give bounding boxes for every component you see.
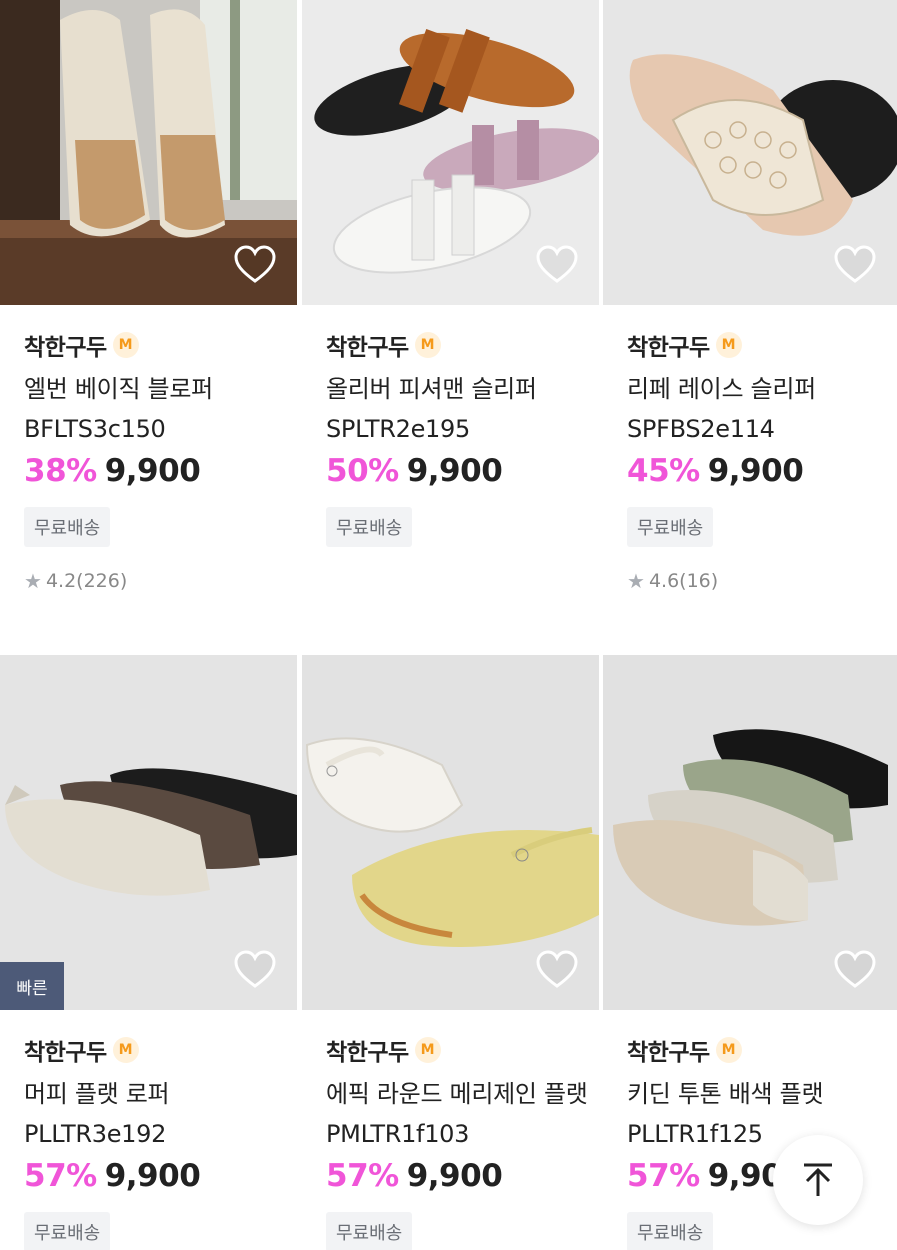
product-info: 착한구두 M 리페 레이스 슬리퍼 SPFBS2e114 45% 9,900 무…	[603, 327, 897, 593]
brand-name[interactable]: 착한구두	[326, 1033, 409, 1067]
brand-name[interactable]: 착한구두	[627, 1033, 710, 1067]
product-image[interactable]	[0, 0, 297, 305]
price-row: 50% 9,900	[326, 453, 599, 495]
product-name[interactable]: 엘번 베이직 블로퍼 BFLTS3c150	[24, 369, 286, 449]
product-image[interactable]	[302, 0, 599, 305]
star-icon: ★	[627, 569, 645, 593]
brand-row: 착한구두 M	[326, 327, 599, 363]
product-info: 착한구두 M 키딘 투톤 배색 플랫 PLLTR1f125 57% 9,90 무…	[603, 1032, 897, 1250]
product-card[interactable]: 착한구두 M 에픽 라운드 메리제인 플랫 PMLTR1f103 57% 9,9…	[302, 655, 599, 1250]
price-row: 45% 9,900	[627, 453, 897, 495]
free-shipping-tag: 무료배송	[24, 507, 111, 547]
rating-score: 4.2	[45, 570, 77, 592]
membership-badge: M	[414, 1037, 441, 1063]
brand-name[interactable]: 착한구두	[627, 328, 710, 362]
product-name[interactable]: 키딘 투톤 배색 플랫 PLLTR1f125	[627, 1074, 889, 1154]
free-shipping-tag: 무료배송	[24, 1212, 111, 1250]
free-shipping-tag: 무료배송	[326, 1212, 413, 1250]
discount-rate: 57%	[24, 1158, 97, 1194]
membership-badge: M	[112, 1037, 139, 1063]
product-info: 착한구두 M 엘번 베이직 블로퍼 BFLTS3c150 38% 9,900 무…	[0, 327, 297, 593]
star-icon: ★	[24, 569, 42, 593]
product-name[interactable]: 에픽 라운드 메리제인 플랫 PMLTR1f103	[326, 1074, 588, 1154]
brand-row: 착한구두 M	[24, 327, 297, 363]
brand-row: 착한구두 M	[627, 327, 897, 363]
rating-score: 4.6	[648, 570, 680, 592]
product-info: 착한구두 M 에픽 라운드 메리제인 플랫 PMLTR1f103 57% 9,9…	[302, 1032, 599, 1250]
brand-name[interactable]: 착한구두	[24, 328, 107, 362]
product-image[interactable]	[603, 0, 897, 305]
product-card[interactable]: 착한구두 M 리페 레이스 슬리퍼 SPFBS2e114 45% 9,900 무…	[603, 0, 897, 593]
price-row: 57% 9,900	[24, 1158, 297, 1200]
sale-price: 9,900	[406, 453, 503, 489]
product-name[interactable]: 머피 플랫 로퍼 PLLTR3e192	[24, 1074, 286, 1154]
sale-price: 9,900	[406, 1158, 503, 1194]
sale-price: 9,900	[104, 1158, 201, 1194]
wishlist-heart-icon[interactable]	[535, 245, 579, 285]
wishlist-heart-icon[interactable]	[833, 950, 877, 990]
sale-price: 9,900	[104, 453, 201, 489]
brand-name[interactable]: 착한구두	[326, 328, 409, 362]
discount-rate: 57%	[326, 1158, 399, 1194]
wishlist-heart-icon[interactable]	[233, 245, 277, 285]
free-shipping-tag: 무료배송	[326, 507, 413, 547]
discount-rate: 45%	[627, 453, 700, 489]
free-shipping-tag: 무료배송	[627, 507, 714, 547]
arrow-up-icon	[804, 1163, 832, 1196]
product-card[interactable]: 착한구두 M 엘번 베이직 블로퍼 BFLTS3c150 38% 9,900 무…	[0, 0, 297, 593]
review-count: (16)	[679, 570, 719, 592]
review-count: (226)	[76, 570, 128, 592]
product-name[interactable]: 리페 레이스 슬리퍼 SPFBS2e114	[627, 369, 889, 449]
wishlist-heart-icon[interactable]	[833, 245, 877, 285]
product-card[interactable]: 착한구두 M 올리버 피셔맨 슬리퍼 SPLTR2e195 50% 9,900 …	[302, 0, 599, 547]
sale-price: 9,90	[707, 1158, 783, 1194]
discount-rate: 50%	[326, 453, 399, 489]
product-info: 착한구두 M 올리버 피셔맨 슬리퍼 SPLTR2e195 50% 9,900 …	[302, 327, 599, 547]
brand-row: 착한구두 M	[627, 1032, 897, 1068]
price-row: 38% 9,900	[24, 453, 297, 495]
membership-badge: M	[112, 332, 139, 358]
free-shipping-tag: 무료배송	[627, 1212, 714, 1250]
discount-rate: 38%	[24, 453, 97, 489]
membership-badge: M	[414, 332, 441, 358]
product-name[interactable]: 올리버 피셔맨 슬리퍼 SPLTR2e195	[326, 369, 588, 449]
membership-badge: M	[715, 332, 742, 358]
brand-row: 착한구두 M	[326, 1032, 599, 1068]
product-card[interactable]: 빠른 착한구두 M 머피 플랫 로퍼 PLLTR3e192 57% 9,900 …	[0, 655, 297, 1250]
discount-rate: 57%	[627, 1158, 700, 1194]
sale-price: 9,900	[707, 453, 804, 489]
rating: ★ 4.6 (16)	[627, 569, 897, 593]
brand-name[interactable]: 착한구두	[24, 1033, 107, 1067]
wishlist-heart-icon[interactable]	[233, 950, 277, 990]
product-image[interactable]: 빠른	[0, 655, 297, 1010]
fast-delivery-tag: 빠른	[0, 962, 64, 1010]
product-info: 착한구두 M 머피 플랫 로퍼 PLLTR3e192 57% 9,900 무료배…	[0, 1032, 297, 1250]
wishlist-heart-icon[interactable]	[535, 950, 579, 990]
membership-badge: M	[715, 1037, 742, 1063]
scroll-to-top-button[interactable]	[773, 1135, 863, 1225]
product-image[interactable]	[603, 655, 897, 1010]
brand-row: 착한구두 M	[24, 1032, 297, 1068]
product-image[interactable]	[302, 655, 599, 1010]
rating: ★ 4.2 (226)	[24, 569, 297, 593]
price-row: 57% 9,900	[326, 1158, 599, 1200]
